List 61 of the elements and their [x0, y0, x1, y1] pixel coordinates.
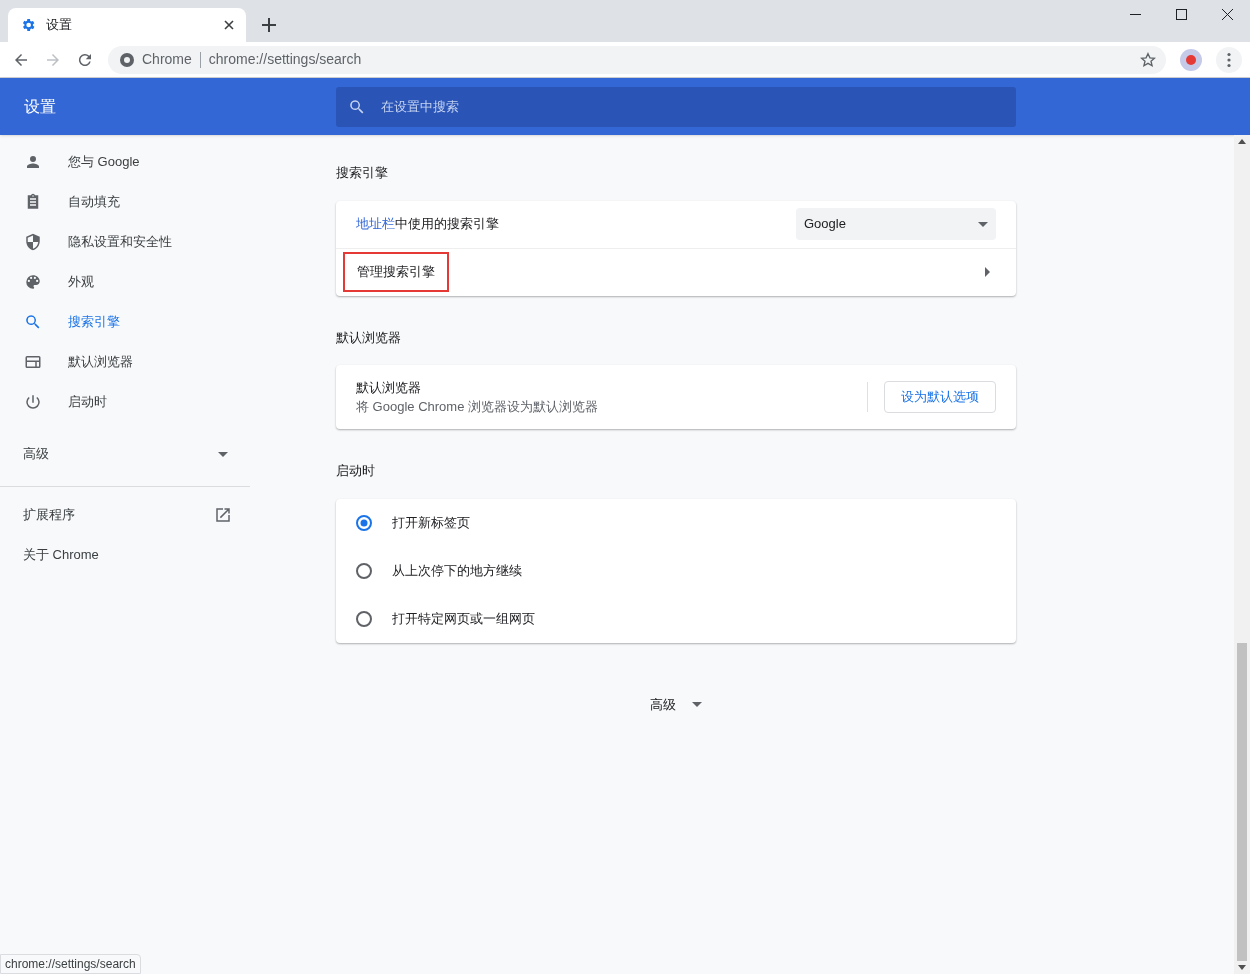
- scroll-up-arrow-icon[interactable]: [1238, 139, 1246, 144]
- gear-icon: [20, 17, 36, 33]
- status-bubble: chrome://settings/search: [0, 954, 141, 974]
- url-text: chrome://settings/search: [208, 50, 363, 69]
- sidebar-item[interactable]: 启动时: [0, 382, 250, 422]
- advanced-button[interactable]: 高级: [644, 690, 708, 718]
- person-icon: [24, 153, 42, 171]
- radio-button[interactable]: [356, 610, 372, 627]
- section-title: 搜索引擎: [336, 164, 389, 182]
- sidebar-item[interactable]: 默认浏览器: [0, 342, 250, 382]
- setting-label: 默认浏览器: [356, 378, 422, 397]
- profile-avatar[interactable]: [1180, 48, 1202, 71]
- manage-row[interactable]: 管理搜索引擎: [336, 248, 1016, 296]
- chevron-right-icon: [985, 267, 990, 277]
- tab-title: 设置: [46, 16, 73, 35]
- startup-option[interactable]: 打开特定网页或一组网页: [336, 594, 1016, 643]
- set-default-button[interactable]: 设为默认选项: [884, 381, 996, 413]
- advanced-section-toggle[interactable]: 高级: [0, 430, 250, 478]
- address-bar-link[interactable]: 地址栏: [356, 216, 395, 232]
- caret-icon: [978, 221, 988, 227]
- menu-icon[interactable]: [1216, 46, 1242, 73]
- caret-icon: [692, 701, 702, 707]
- setting-label: 地址栏中使用的搜索引擎: [356, 215, 499, 234]
- palette-icon: [24, 273, 42, 291]
- search-field[interactable]: 在设置中搜索: [336, 86, 1016, 127]
- external-link-icon: [214, 506, 232, 524]
- section-title: 启动时: [336, 462, 376, 480]
- sidebar-link[interactable]: 扩展程序: [0, 495, 250, 535]
- manage-search-engines-link[interactable]: 管理搜索引擎: [343, 252, 449, 292]
- search-icon: [24, 313, 42, 331]
- radio-button[interactable]: [356, 514, 372, 531]
- shield-icon: [24, 233, 42, 251]
- scrollbar-thumb[interactable]: [1237, 643, 1247, 961]
- scroll-down-arrow-icon[interactable]: [1238, 965, 1246, 970]
- chrome-page-icon: [120, 52, 134, 67]
- setting-description: 将 Google Chrome 浏览器设为默认浏览器: [356, 398, 599, 416]
- new-tab-icon[interactable]: [262, 18, 276, 32]
- startup-option[interactable]: 从上次停下的地方继续: [336, 546, 1016, 595]
- star-icon[interactable]: [1140, 51, 1156, 68]
- browser-tab[interactable]: 设置: [8, 8, 246, 42]
- section-title: 默认浏览器: [336, 328, 402, 347]
- close-icon[interactable]: [224, 20, 234, 30]
- search-engine-dropdown[interactable]: Google: [796, 208, 996, 240]
- sidebar-link[interactable]: 关于 Chrome: [0, 535, 250, 575]
- sidebar-item[interactable]: 自动填充: [0, 182, 250, 222]
- address-bar[interactable]: Chrome chrome://settings/search: [108, 45, 1166, 74]
- browser-window-icon: [24, 353, 42, 371]
- close-icon[interactable]: [1221, 8, 1233, 20]
- radio-button[interactable]: [356, 562, 372, 579]
- sidebar-item[interactable]: 您与 Google: [0, 142, 250, 182]
- sidebar-item[interactable]: 外观: [0, 262, 250, 302]
- sidebar-item[interactable]: 搜索引擎: [0, 302, 250, 342]
- sidebar-item[interactable]: 隐私设置和安全性: [0, 222, 250, 262]
- startup-option[interactable]: 打开新标签页: [336, 498, 1016, 547]
- caret-icon: [218, 451, 228, 457]
- minimize-icon[interactable]: [1129, 13, 1141, 15]
- scrollbar[interactable]: [1234, 135, 1250, 974]
- page-title: 设置: [23, 96, 57, 117]
- maximize-icon[interactable]: [1175, 8, 1187, 20]
- site-label: Chrome: [142, 50, 192, 69]
- power-icon: [24, 393, 42, 411]
